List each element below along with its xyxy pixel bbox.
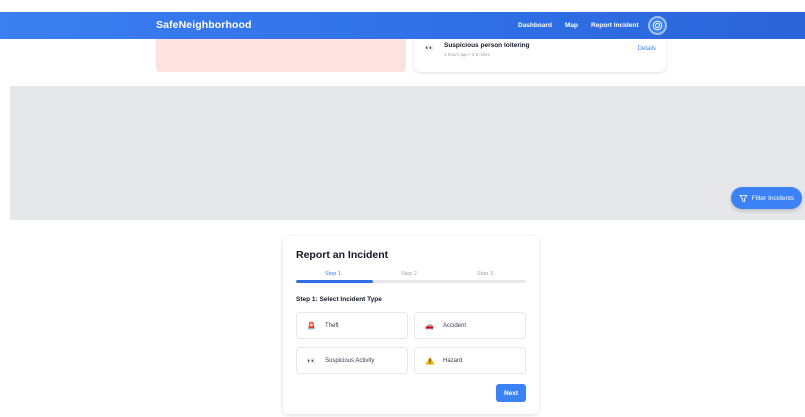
type-label: Accident [443,322,467,329]
step-3-label: Step 3 [477,271,493,277]
progress-track [296,280,526,283]
type-option-suspicious-activity[interactable]: 👀 Suspicious Activity [296,347,408,374]
step-heading: Step 1: Select Incident Type [296,296,382,303]
filter-incidents-button[interactable]: Filter Incidents [731,187,802,209]
eyes-icon: 👀 [425,45,434,52]
type-label: Suspicious Activity [325,357,375,364]
nav-dashboard[interactable]: Dashboard [518,22,552,29]
type-option-theft[interactable]: 🚨 Theft [296,312,408,339]
incident-title: Suspicious person loitering [444,42,530,49]
nav-map[interactable]: Map [565,22,578,29]
report-incident-form: Report an Incident Step 1 Step 2 Step 3 … [283,236,539,414]
warning-icon [425,356,439,365]
brand-logo-text[interactable]: SafeNeighborhood [156,19,252,31]
siren-icon: 🚨 [307,322,316,330]
details-link[interactable]: Details [638,46,656,52]
next-button[interactable]: Next [496,384,526,402]
user-avatar[interactable] [647,16,667,35]
form-title: Report an Incident [296,249,389,261]
incident-meta: 3 hours ago • 0.5 miles [444,52,490,57]
target-icon [652,20,662,31]
car-icon: 🚗 [425,322,434,330]
progress-fill [296,280,373,283]
top-navbar: SafeNeighborhood Dashboard Map Report In… [0,12,805,39]
map-area[interactable] [10,86,805,220]
step-indicator: Step 1 Step 2 Step 3 [296,271,526,287]
type-option-accident[interactable]: 🚗 Accident [414,312,526,339]
type-label: Theft [325,322,339,329]
main-nav: Dashboard Map Report Incident [518,12,667,39]
step-1-label: Step 1 [325,271,341,277]
step-2-label: Step 2 [401,271,417,277]
nav-report-incident[interactable]: Report Incident [591,22,639,29]
filter-icon [739,194,748,202]
eyes-icon: 👀 [307,357,316,365]
filter-incidents-label: Filter Incidents [751,194,795,202]
type-option-hazard[interactable]: Hazard [414,347,526,374]
type-label: Hazard [443,357,463,364]
page: SafeNeighborhood Dashboard Map Report In… [0,0,805,417]
